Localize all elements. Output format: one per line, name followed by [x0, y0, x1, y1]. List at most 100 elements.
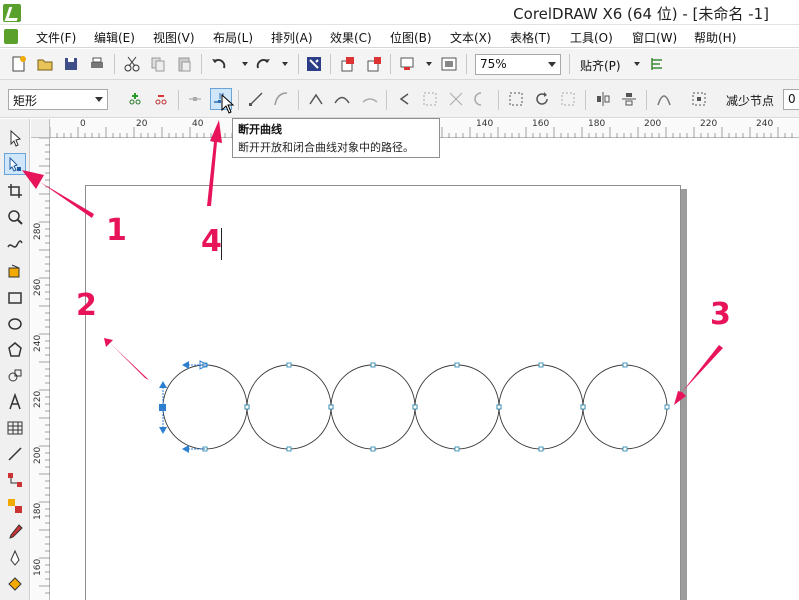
ellipse-tool-icon[interactable] — [4, 313, 26, 335]
connector-tool-icon[interactable] — [4, 469, 26, 491]
menu-item-4[interactable]: 排列(A) — [271, 28, 313, 47]
rotate-nodes-icon[interactable] — [531, 88, 553, 110]
page-shadow — [681, 189, 687, 600]
ruler-top-tick: 160 — [532, 119, 550, 129]
print-icon[interactable] — [86, 53, 108, 75]
freehand-tool-icon[interactable] — [4, 233, 26, 255]
snap-to-menu[interactable]: 贴齐(P) — [580, 57, 621, 74]
add-node-icon[interactable] — [124, 88, 146, 110]
interactive-blend-tool-icon[interactable] — [4, 495, 26, 517]
tooltip-title: 断开曲线 — [238, 123, 282, 136]
zoom-level-value: 75% — [480, 57, 507, 71]
horizontal-reflect-icon[interactable] — [592, 88, 614, 110]
cusp-node-icon[interactable] — [305, 88, 327, 110]
dimension-tool-icon[interactable] — [4, 443, 26, 465]
menu-item-11[interactable]: 帮助(H) — [694, 28, 736, 47]
zoom-level-select[interactable]: 75% — [475, 54, 561, 75]
annotation-label-4: 4 — [201, 224, 222, 259]
vertical-ruler: 280 260 240 220 200 180 160 — [31, 138, 50, 600]
new-document-icon[interactable] — [8, 53, 30, 75]
export-icon[interactable] — [363, 53, 385, 75]
undo-icon[interactable] — [208, 53, 230, 75]
polygon-tool-icon[interactable] — [4, 339, 26, 361]
smooth-node-icon[interactable] — [331, 88, 353, 110]
document-page — [85, 185, 681, 600]
table-tool-icon[interactable] — [4, 417, 26, 439]
join-nodes-icon[interactable] — [184, 88, 206, 110]
ruler-left-tick: 240 — [33, 334, 43, 352]
select-all-nodes-icon[interactable] — [688, 88, 710, 110]
ruler-top-tick: 20 — [136, 119, 148, 129]
menu-item-0[interactable]: 文件(F) — [36, 28, 76, 47]
full-screen-preview-icon[interactable] — [438, 53, 460, 75]
outline-pen-tool-icon[interactable] — [4, 547, 26, 569]
snap-dropdown-icon[interactable] — [626, 53, 648, 75]
save-icon[interactable] — [60, 53, 82, 75]
standard-toolbar: 75% 贴齐(P) — [0, 49, 799, 80]
selection-mode-select[interactable]: 矩形 — [8, 89, 108, 110]
crop-tool-icon[interactable] — [4, 180, 26, 202]
menu-bar: 文件(F) 编辑(E) 视图(V) 布局(L) 排列(A) 效果(C) 位图(B) 文本(X)… — [0, 26, 799, 48]
reduce-nodes-label: 减少节点 — [726, 94, 775, 108]
vertical-reflect-icon[interactable] — [618, 88, 640, 110]
convert-to-curve-icon[interactable] — [270, 88, 292, 110]
elastic-mode-icon[interactable] — [653, 88, 675, 110]
symmetrical-node-icon[interactable] — [359, 88, 381, 110]
import-icon[interactable] — [337, 53, 359, 75]
open-icon[interactable] — [34, 53, 56, 75]
coreldraw-window: CorelDRAW X6 (64 位) - [未命名 -1] 文件(F) 编辑(E… — [0, 0, 799, 600]
menu-item-2[interactable]: 视图(V) — [153, 28, 195, 47]
search-content-icon[interactable] — [303, 53, 325, 75]
copy-icon[interactable] — [147, 53, 169, 75]
menu-item-8[interactable]: 表格(T) — [510, 28, 551, 47]
reverse-direction-icon[interactable] — [393, 88, 415, 110]
redo-icon[interactable] — [252, 53, 274, 75]
fill-tool-icon[interactable] — [4, 573, 26, 595]
smart-fill-tool-icon[interactable] — [4, 260, 26, 282]
stretch-nodes-icon[interactable] — [505, 88, 527, 110]
chevron-down-icon — [95, 97, 103, 102]
rectangle-tool-icon[interactable] — [4, 287, 26, 309]
zoom-tool-icon[interactable] — [4, 206, 26, 228]
pick-tool-icon[interactable] — [4, 127, 26, 149]
align-nodes-icon[interactable] — [557, 88, 579, 110]
ruler-top-tick: 180 — [588, 119, 606, 129]
options-icon[interactable] — [646, 53, 668, 75]
annotation-label-1: 1 — [106, 213, 127, 248]
ruler-top-tick: 0 — [80, 119, 86, 129]
close-curve-icon[interactable] — [471, 88, 493, 110]
menu-item-5[interactable]: 效果(C) — [330, 28, 372, 47]
menu-item-9[interactable]: 工具(O) — [570, 28, 613, 47]
menu-item-1[interactable]: 编辑(E) — [94, 28, 135, 47]
reduce-nodes-input[interactable]: 0 — [783, 89, 799, 110]
delete-node-icon[interactable] — [150, 88, 172, 110]
redo-dropdown-icon[interactable] — [274, 53, 296, 75]
text-tool-icon[interactable] — [4, 391, 26, 413]
cut-icon[interactable] — [121, 53, 143, 75]
ruler-top-tick: 140 — [476, 119, 494, 129]
menu-item-10[interactable]: 窗口(W) — [632, 28, 677, 47]
menu-logo-icon — [4, 29, 18, 44]
shape-tool-icon[interactable] — [4, 153, 26, 175]
coreldraw-logo-icon — [3, 4, 21, 22]
ruler-origin-icon[interactable] — [31, 119, 50, 138]
convert-to-line-icon[interactable] — [245, 88, 267, 110]
menu-item-3[interactable]: 布局(L) — [213, 28, 253, 47]
publish-dropdown-icon[interactable] — [418, 53, 440, 75]
ruler-top-tick: 40 — [192, 119, 204, 129]
ruler-left-tick: 200 — [33, 446, 43, 464]
basic-shapes-tool-icon[interactable] — [4, 365, 26, 387]
ruler-left-tick: 280 — [33, 222, 43, 240]
drawing-canvas[interactable] — [51, 139, 799, 600]
menu-item-7[interactable]: 文本(X) — [450, 28, 492, 47]
title-bar: CorelDRAW X6 (64 位) - [未命名 -1] — [0, 0, 799, 25]
menu-item-6[interactable]: 位图(B) — [390, 28, 432, 47]
paste-icon[interactable] — [173, 53, 195, 75]
publish-pdf-icon[interactable] — [396, 53, 418, 75]
extend-curve-icon[interactable] — [419, 88, 441, 110]
annotation-label-2: 2 — [76, 288, 97, 323]
ruler-top-tick: 220 — [700, 119, 718, 129]
extract-subpath-icon[interactable] — [445, 88, 467, 110]
eyedropper-tool-icon[interactable] — [4, 521, 26, 543]
ruler-left-tick: 220 — [33, 390, 43, 408]
